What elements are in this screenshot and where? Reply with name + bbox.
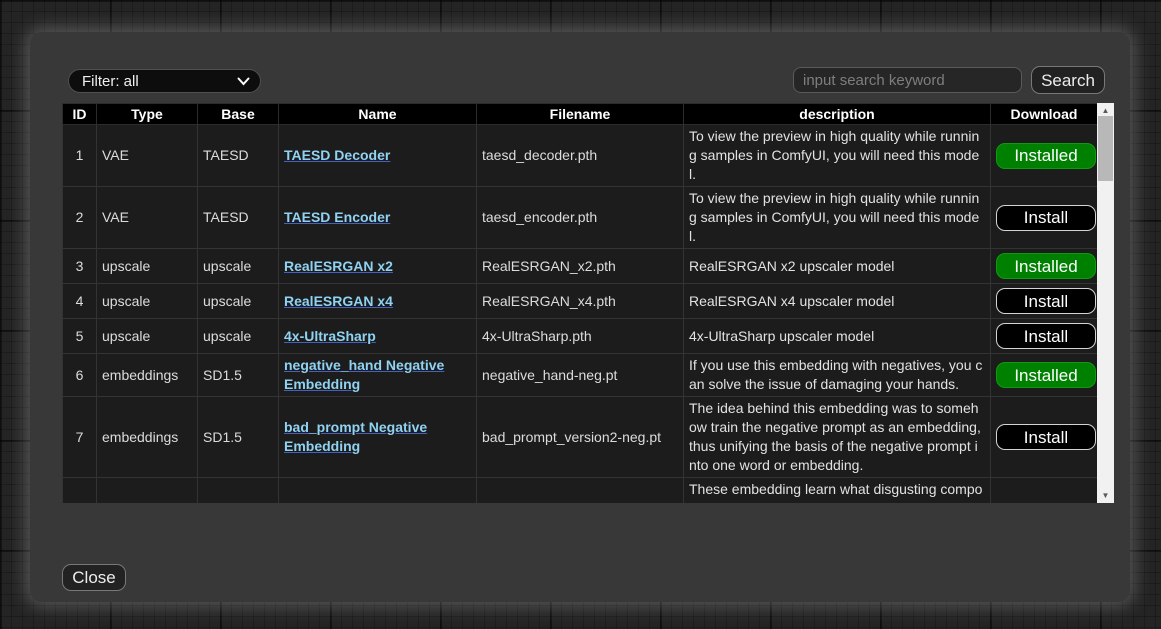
header-filename: Filename xyxy=(477,104,684,125)
cell-id: 4 xyxy=(63,284,97,319)
table-row: 3 upscale upscale RealESRGAN x2 RealESRG… xyxy=(63,249,1098,284)
download-button[interactable]: Install xyxy=(996,323,1096,349)
cell-description: To view the preview in high quality whil… xyxy=(684,125,991,187)
cell-download: Installed xyxy=(991,354,1098,397)
model-name-link[interactable]: TAESD Encoder xyxy=(284,209,390,225)
cell-name: 4x-UltraSharp xyxy=(279,319,477,354)
table-scrollbar[interactable]: ▲ ▼ xyxy=(1097,103,1114,503)
search-button[interactable]: Search xyxy=(1031,66,1105,94)
cell-filename xyxy=(477,478,684,504)
cell-filename: taesd_decoder.pth xyxy=(477,125,684,187)
cell-type: upscale xyxy=(97,249,198,284)
header-download: Download xyxy=(991,104,1098,125)
download-button[interactable]: Installed xyxy=(996,362,1096,388)
model-name-link[interactable]: RealESRGAN x4 xyxy=(284,293,393,309)
cell-description: To view the preview in high quality whil… xyxy=(684,187,991,249)
cell-type: embeddings xyxy=(97,397,198,478)
cell-download: Install xyxy=(991,187,1098,249)
cell-type: VAE xyxy=(97,125,198,187)
search-input[interactable] xyxy=(793,67,1022,93)
download-button[interactable]: Install xyxy=(996,424,1096,450)
cell-id xyxy=(63,478,97,504)
table-row: 7 embeddings SD1.5 bad_prompt Negative E… xyxy=(63,397,1098,478)
cell-name xyxy=(279,478,477,504)
install-models-dialog: Filter: all Search ID Type Base Name Fil… xyxy=(30,32,1130,602)
cell-description: These embedding learn what disgusting co… xyxy=(684,478,991,504)
models-table: ID Type Base Name Filename description D… xyxy=(62,103,1097,503)
cell-type: upscale xyxy=(97,284,198,319)
scrollbar-thumb[interactable] xyxy=(1098,116,1113,181)
cell-type: VAE xyxy=(97,187,198,249)
cell-name: TAESD Encoder xyxy=(279,187,477,249)
cell-filename: RealESRGAN_x4.pth xyxy=(477,284,684,319)
cell-id: 2 xyxy=(63,187,97,249)
cell-base: TAESD xyxy=(198,125,279,187)
cell-name: bad_prompt Negative Embedding xyxy=(279,397,477,478)
cell-description: 4x-UltraSharp upscaler model xyxy=(684,319,991,354)
cell-base: SD1.5 xyxy=(198,354,279,397)
model-name-link[interactable]: TAESD Decoder xyxy=(284,147,390,163)
cell-id: 5 xyxy=(63,319,97,354)
cell-filename: bad_prompt_version2-neg.pt xyxy=(477,397,684,478)
cell-description: The idea behind this embedding was to so… xyxy=(684,397,991,478)
model-name-link[interactable]: bad_prompt Negative Embedding xyxy=(284,419,427,454)
header-base: Base xyxy=(198,104,279,125)
cell-name: negative_hand Negative Embedding xyxy=(279,354,477,397)
cell-base: TAESD xyxy=(198,187,279,249)
header-name: Name xyxy=(279,104,477,125)
cell-download: Install xyxy=(991,319,1098,354)
cell-id: 6 xyxy=(63,354,97,397)
filter-select[interactable]: Filter: all xyxy=(68,69,261,93)
cell-download: Installed xyxy=(991,249,1098,284)
table-row: 4 upscale upscale RealESRGAN x4 RealESRG… xyxy=(63,284,1098,319)
cell-base: upscale xyxy=(198,284,279,319)
cell-name: RealESRGAN x4 xyxy=(279,284,477,319)
cell-id: 3 xyxy=(63,249,97,284)
cell-base xyxy=(198,478,279,504)
table-header-row: ID Type Base Name Filename description D… xyxy=(63,104,1098,125)
download-button[interactable]: Installed xyxy=(996,253,1096,279)
model-name-link[interactable]: negative_hand Negative Embedding xyxy=(284,357,444,392)
cell-id: 1 xyxy=(63,125,97,187)
cell-download: Install xyxy=(991,397,1098,478)
cell-name: RealESRGAN x2 xyxy=(279,249,477,284)
close-button[interactable]: Close xyxy=(62,564,126,591)
chevron-down-icon xyxy=(237,77,250,86)
cell-download xyxy=(991,478,1098,504)
cell-name: TAESD Decoder xyxy=(279,125,477,187)
cell-base: upscale xyxy=(198,319,279,354)
cell-id: 7 xyxy=(63,397,97,478)
download-button[interactable]: Install xyxy=(996,205,1096,231)
cell-filename: RealESRGAN_x2.pth xyxy=(477,249,684,284)
header-id: ID xyxy=(63,104,97,125)
cell-base: SD1.5 xyxy=(198,397,279,478)
table-row: 2 VAE TAESD TAESD Encoder taesd_encoder.… xyxy=(63,187,1098,249)
cell-type: upscale xyxy=(97,319,198,354)
header-type: Type xyxy=(97,104,198,125)
table-row: These embedding learn what disgusting co… xyxy=(63,478,1098,504)
filter-select-value: Filter: all xyxy=(82,73,237,90)
cell-type xyxy=(97,478,198,504)
cell-type: embeddings xyxy=(97,354,198,397)
table-row: 1 VAE TAESD TAESD Decoder taesd_decoder.… xyxy=(63,125,1098,187)
download-button[interactable]: Install xyxy=(996,288,1096,314)
header-description: description xyxy=(684,104,991,125)
cell-description: RealESRGAN x4 upscaler model xyxy=(684,284,991,319)
models-table-body: 1 VAE TAESD TAESD Decoder taesd_decoder.… xyxy=(63,125,1098,504)
model-name-link[interactable]: 4x-UltraSharp xyxy=(284,328,376,344)
table-row: 6 embeddings SD1.5 negative_hand Negativ… xyxy=(63,354,1098,397)
download-button[interactable]: Installed xyxy=(996,143,1096,169)
cell-description: RealESRGAN x2 upscaler model xyxy=(684,249,991,284)
cell-filename: 4x-UltraSharp.pth xyxy=(477,319,684,354)
scroll-down-arrow-icon[interactable]: ▼ xyxy=(1097,488,1114,503)
cell-download: Install xyxy=(991,284,1098,319)
table-row: 5 upscale upscale 4x-UltraSharp 4x-Ultra… xyxy=(63,319,1098,354)
cell-base: upscale xyxy=(198,249,279,284)
cell-download: Installed xyxy=(991,125,1098,187)
cell-description: If you use this embedding with negatives… xyxy=(684,354,991,397)
cell-filename: taesd_encoder.pth xyxy=(477,187,684,249)
cell-filename: negative_hand-neg.pt xyxy=(477,354,684,397)
model-name-link[interactable]: RealESRGAN x2 xyxy=(284,258,393,274)
